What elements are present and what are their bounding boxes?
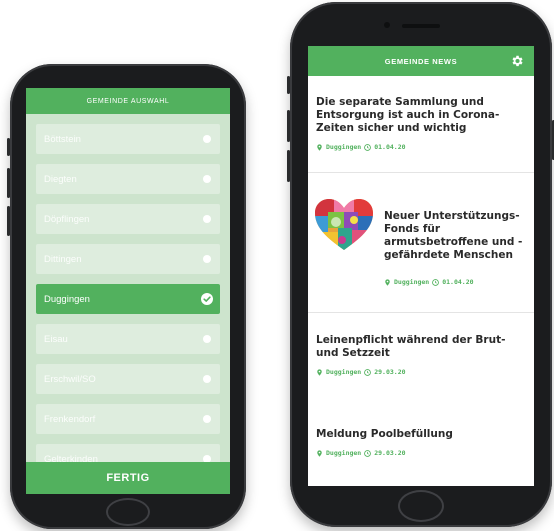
municipality-label: Erschwil/SO [44, 373, 96, 385]
municipality-screen: GEMEINDE AUSWAHL Böttstein Diegten Döpfl… [26, 88, 230, 494]
news-meta: Duggingen 01.04.20 [384, 278, 474, 286]
news-meta: Duggingen 29.03.20 [316, 449, 526, 457]
done-button[interactable]: FERTIG [26, 462, 230, 494]
gear-icon[interactable] [510, 54, 524, 68]
volume-down-button [7, 206, 10, 236]
municipality-list[interactable]: Böttstein Diegten Döpflingen Dittingen D… [26, 114, 230, 462]
news-title[interactable]: Leinenpflicht während der Brut- und Setz… [316, 334, 526, 360]
location-pin-icon [317, 143, 322, 151]
earpiece-speaker [402, 24, 440, 28]
municipality-label: Döpflingen [44, 213, 90, 225]
radio-empty-icon [203, 255, 211, 263]
news-date: 29.03.20 [374, 449, 406, 457]
news-location: Duggingen [326, 449, 362, 457]
municipality-item[interactable]: Eisau [36, 324, 220, 354]
radio-empty-icon [203, 175, 211, 183]
news-date: 29.03.20 [374, 368, 406, 376]
municipality-item[interactable]: Böttstein [36, 124, 220, 154]
divider [308, 172, 534, 173]
header-bar: GEMEINDE NEWS [308, 46, 534, 76]
done-label: FERTIG [106, 472, 150, 484]
divider [308, 312, 534, 313]
phone-left: GEMEINDE AUSWAHL Böttstein Diegten Döpfl… [7, 64, 246, 529]
news-location: Duggingen [326, 143, 362, 151]
home-button[interactable] [398, 490, 444, 522]
municipality-label: Dittingen [44, 253, 82, 265]
news-item[interactable]: Meldung Poolbefüllung Duggingen 29.03.20 [308, 428, 534, 457]
municipality-item[interactable]: Diegten [36, 164, 220, 194]
clock-icon [364, 143, 372, 151]
news-meta: Duggingen 01.04.20 [316, 143, 526, 151]
municipality-label: Gelterkinden [44, 453, 98, 463]
municipality-label: Diegten [44, 173, 77, 185]
municipality-label: Duggingen [44, 293, 90, 305]
news-date: 01.04.20 [374, 143, 406, 151]
municipality-item[interactable]: Gelterkinden [36, 444, 220, 462]
page-title: GEMEINDE NEWS [384, 56, 458, 66]
page-title: GEMEINDE AUSWAHL [86, 97, 170, 105]
municipality-item[interactable]: Erschwil/SO [36, 364, 220, 394]
radio-empty-icon [203, 335, 211, 343]
radio-empty-icon [203, 135, 211, 143]
municipality-label: Eisau [44, 333, 68, 345]
news-location: Duggingen [394, 278, 430, 286]
heart-icon [315, 199, 373, 250]
news-meta: Duggingen 29.03.20 [316, 368, 526, 376]
mute-switch [7, 138, 10, 156]
news-screen: GEMEINDE NEWS Die separate Sammlung und … [308, 46, 534, 486]
radio-empty-icon [203, 375, 211, 383]
municipality-label: Böttstein [44, 133, 81, 145]
mute-switch [287, 76, 290, 94]
news-title[interactable]: Meldung Poolbefüllung [316, 428, 526, 441]
radio-empty-icon [203, 455, 211, 462]
radio-empty-icon [203, 215, 211, 223]
location-pin-icon [385, 278, 390, 286]
clock-icon [364, 449, 372, 457]
municipality-item-selected[interactable]: Duggingen [36, 284, 220, 314]
clock-icon [364, 368, 372, 376]
news-item[interactable]: Neuer Unterstützungs-Fonds für armutsbet… [308, 176, 534, 314]
news-location: Duggingen [326, 368, 362, 376]
municipality-item[interactable]: Döpflingen [36, 204, 220, 234]
municipality-label: Frenkendorf [44, 413, 96, 425]
header-bar: GEMEINDE AUSWAHL [26, 88, 230, 114]
volume-down-button [287, 150, 290, 182]
news-item[interactable]: Leinenpflicht während der Brut- und Setz… [308, 334, 534, 376]
news-date: 01.04.20 [442, 278, 474, 286]
news-item[interactable]: Die separate Sammlung und Entsorgung ist… [308, 96, 534, 151]
news-title[interactable]: Die separate Sammlung und Entsorgung ist… [316, 96, 526, 135]
location-pin-icon [317, 368, 322, 376]
phone-right: GEMEINDE NEWS Die separate Sammlung und … [287, 2, 554, 527]
volume-up-button [7, 168, 10, 198]
clock-icon [432, 278, 440, 286]
news-title[interactable]: Neuer Unterstützungs-Fonds für armutsbet… [384, 210, 532, 262]
radio-empty-icon [203, 415, 211, 423]
volume-up-button [287, 110, 290, 142]
check-circle-icon [201, 293, 213, 305]
home-button[interactable] [106, 498, 150, 526]
location-pin-icon [317, 449, 322, 457]
municipality-item[interactable]: Frenkendorf [36, 404, 220, 434]
front-camera [384, 22, 390, 28]
municipality-item[interactable]: Dittingen [36, 244, 220, 274]
